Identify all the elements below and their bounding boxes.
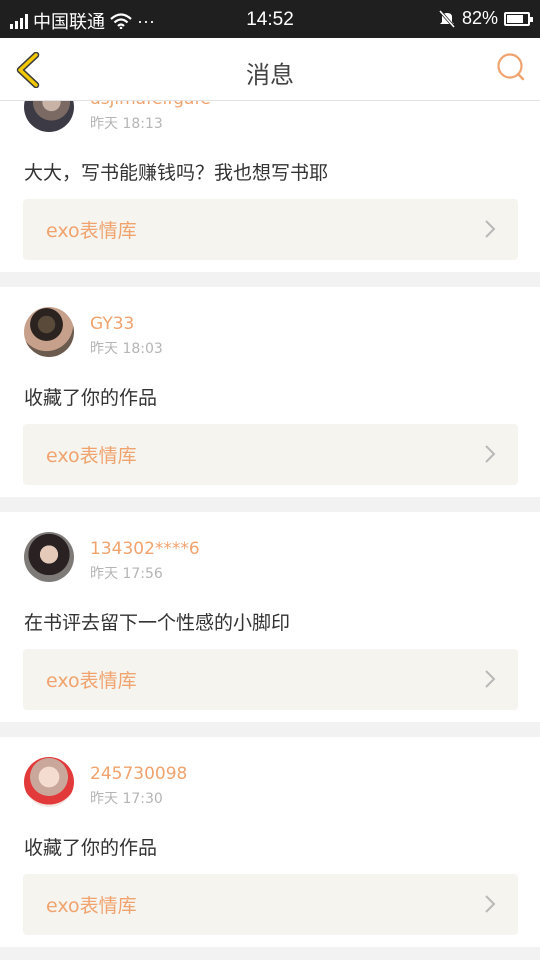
avatar[interactable] [24,757,74,807]
username[interactable]: 134302****6 [90,539,200,559]
username[interactable]: dsjlmafelfgafe [90,101,211,109]
username[interactable]: 245730098 [90,764,187,784]
page-title: 消息 [246,61,294,89]
avatar[interactable] [24,307,74,357]
work-link[interactable]: exo表情库 [23,424,518,485]
avatar[interactable] [24,101,74,132]
avatar[interactable] [24,532,74,582]
mute-icon [438,9,456,28]
message-text: 大大，写书能赚钱吗？我也想写书耶 [24,162,329,184]
work-link[interactable]: exo表情库 [23,874,518,935]
message-list[interactable]: dsjlmafelfgafe 昨天 18:13 大大，写书能赚钱吗？我也想写书耶… [0,101,540,960]
message-card: dsjlmafelfgafe 昨天 18:13 大大，写书能赚钱吗？我也想写书耶… [0,101,540,272]
message-text: 收藏了你的作品 [24,837,158,859]
message-card: GY33 昨天 18:03 收藏了你的作品 exo表情库 [0,287,540,497]
timestamp: 昨天 17:56 [90,566,163,582]
message-text: 在书评去留下一个性感的小脚印 [24,612,291,634]
work-link-label: exo表情库 [46,670,137,692]
work-link-label: exo表情库 [46,220,137,242]
work-link-label: exo表情库 [46,445,137,467]
header-bar: 消息 [0,38,540,101]
username[interactable]: GY33 [90,314,134,334]
work-link-label: exo表情库 [46,895,137,917]
work-link[interactable]: exo表情库 [23,199,518,260]
message-card: 134302****6 昨天 17:56 在书评去留下一个性感的小脚印 exo表… [0,512,540,722]
timestamp: 昨天 17:30 [90,791,163,807]
timestamp: 昨天 18:03 [90,341,163,357]
work-link[interactable]: exo表情库 [23,649,518,710]
chevron-right-icon [485,220,496,238]
chevron-right-icon [485,670,496,688]
battery-percent: 82% [461,8,498,28]
chevron-right-icon [485,445,496,463]
battery-icon [504,11,533,26]
message-text: 收藏了你的作品 [24,387,158,409]
status-bar: 中国联通 ··· 14:52 82% [0,0,540,38]
chevron-right-icon [485,895,496,913]
timestamp: 昨天 18:13 [90,116,163,132]
search-icon[interactable] [496,52,526,86]
message-card: 245730098 昨天 17:30 收藏了你的作品 exo表情库 [0,737,540,947]
